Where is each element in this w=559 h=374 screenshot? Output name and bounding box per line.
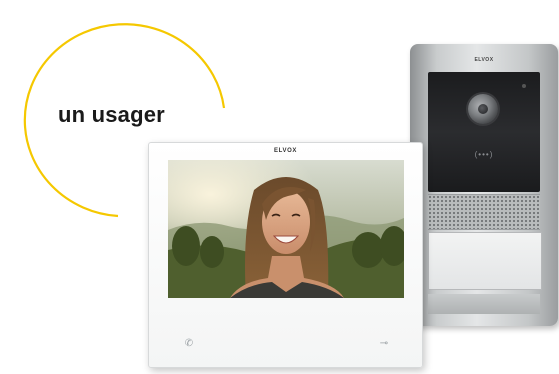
indoor-monitor: ELVOX ✆ ⊸ [148,142,423,368]
screen-photo-woman [168,160,404,298]
door-station-bottom [428,294,540,314]
handset-icon[interactable]: ✆ [178,338,200,350]
monitor-brand: ELVOX [274,148,297,154]
rfid-reader-icon: (•••) [474,149,494,159]
monitor-screen [168,160,404,298]
call-button[interactable] [428,232,542,290]
camera-lens-center [478,104,488,114]
speaker-grille [428,194,540,230]
headline-text: un usager [58,102,165,127]
status-led [522,84,526,88]
product-banner: un usager ELVOX (•••) ELVOX ✆ ⊸ [0,0,559,374]
door-station: ELVOX (•••) [410,44,558,326]
door-station-top: ELVOX [418,50,550,70]
camera-lens-icon [468,94,498,124]
door-camera-panel: (•••) [428,72,540,192]
door-station-brand: ELVOX [474,57,494,63]
door-key-icon[interactable]: ⊸ [373,338,395,350]
